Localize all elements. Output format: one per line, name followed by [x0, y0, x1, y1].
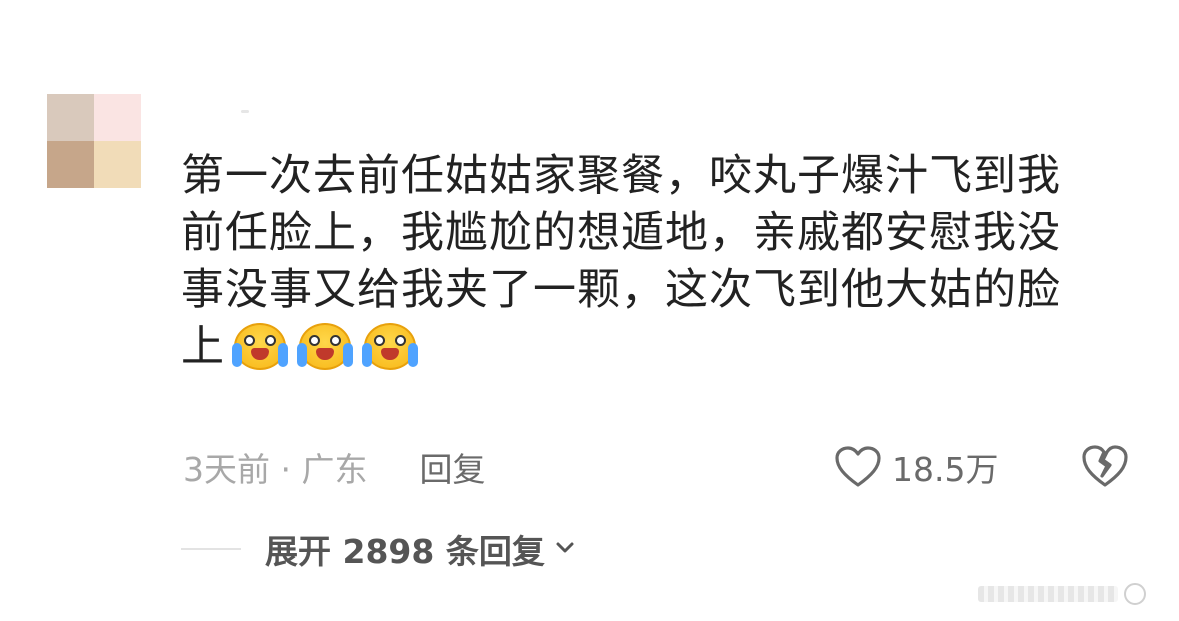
emoji-row: [231, 321, 419, 371]
avatar[interactable]: [47, 94, 141, 188]
expand-replies-label[interactable]: 展开 2898 条回复: [265, 525, 545, 573]
avatar-tile: [47, 141, 94, 188]
watermark-logo-icon: [1124, 583, 1146, 605]
reply-button[interactable]: 回复: [419, 443, 485, 491]
crying-emoji-icon: [296, 321, 354, 371]
avatar-tile: [47, 94, 94, 141]
crying-emoji-icon: [361, 321, 419, 371]
watermark-text-graphic: [978, 586, 1118, 602]
watermark: [978, 580, 1168, 608]
chevron-down-icon[interactable]: [553, 537, 577, 561]
comment-time-location: 3天前 · 广东: [183, 450, 368, 489]
divider: [181, 548, 241, 550]
comment-body: 第一次去前任姑姑家聚餐，咬丸子爆汁飞到我前任脸上，我尴尬的想遁地，亲戚都安慰我没…: [181, 148, 1101, 376]
expand-replies[interactable]: 展开 2898 条回复: [181, 527, 577, 571]
username-redacted[interactable]: [183, 106, 303, 120]
like-count: 18.5万: [892, 450, 999, 489]
crying-emoji-icon: [231, 321, 289, 371]
like-button[interactable]: 18.5万: [834, 443, 998, 491]
comment-meta: 3天前 · 广东 回复: [183, 445, 485, 489]
dislike-broken-heart-icon[interactable]: [1080, 443, 1130, 489]
avatar-tile: [94, 141, 141, 188]
heart-icon[interactable]: [834, 445, 882, 489]
avatar-tile: [94, 94, 141, 141]
